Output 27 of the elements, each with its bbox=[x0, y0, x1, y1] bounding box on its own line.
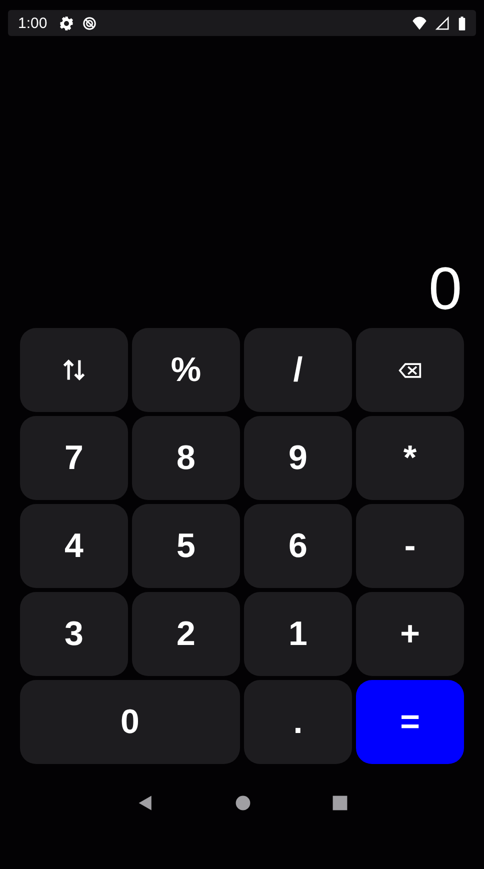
key-button[interactable]: - bbox=[356, 504, 464, 588]
key-button[interactable]: * bbox=[356, 416, 464, 500]
key-button[interactable]: + bbox=[356, 592, 464, 676]
key-button[interactable]: 1 bbox=[244, 592, 352, 676]
key-button[interactable]: 0 bbox=[20, 680, 240, 764]
display-value: 0 bbox=[428, 259, 462, 319]
home-icon[interactable] bbox=[234, 794, 252, 812]
key-button[interactable]: 9 bbox=[244, 416, 352, 500]
equals-button[interactable]: = bbox=[356, 680, 464, 764]
key-button[interactable]: 5 bbox=[132, 504, 240, 588]
key-button[interactable]: 6 bbox=[244, 504, 352, 588]
signal-icon bbox=[435, 16, 450, 30]
no-sync-icon bbox=[82, 16, 98, 30]
clock-time: 1:00 bbox=[18, 14, 48, 32]
key-button[interactable]: 4 bbox=[20, 504, 128, 588]
wifi-icon bbox=[412, 16, 427, 30]
key-button[interactable]: / bbox=[244, 328, 352, 412]
key-button[interactable]: . bbox=[244, 680, 352, 764]
battery-icon bbox=[458, 16, 466, 30]
key-button[interactable]: % bbox=[132, 328, 240, 412]
key-button[interactable]: 2 bbox=[132, 592, 240, 676]
key-button[interactable]: 7 bbox=[20, 416, 128, 500]
backspace-icon bbox=[398, 362, 422, 378]
gear-icon bbox=[59, 16, 74, 30]
key-button[interactable]: 3 bbox=[20, 592, 128, 676]
recents-icon[interactable] bbox=[331, 794, 350, 812]
key-button[interactable]: 8 bbox=[132, 416, 240, 500]
